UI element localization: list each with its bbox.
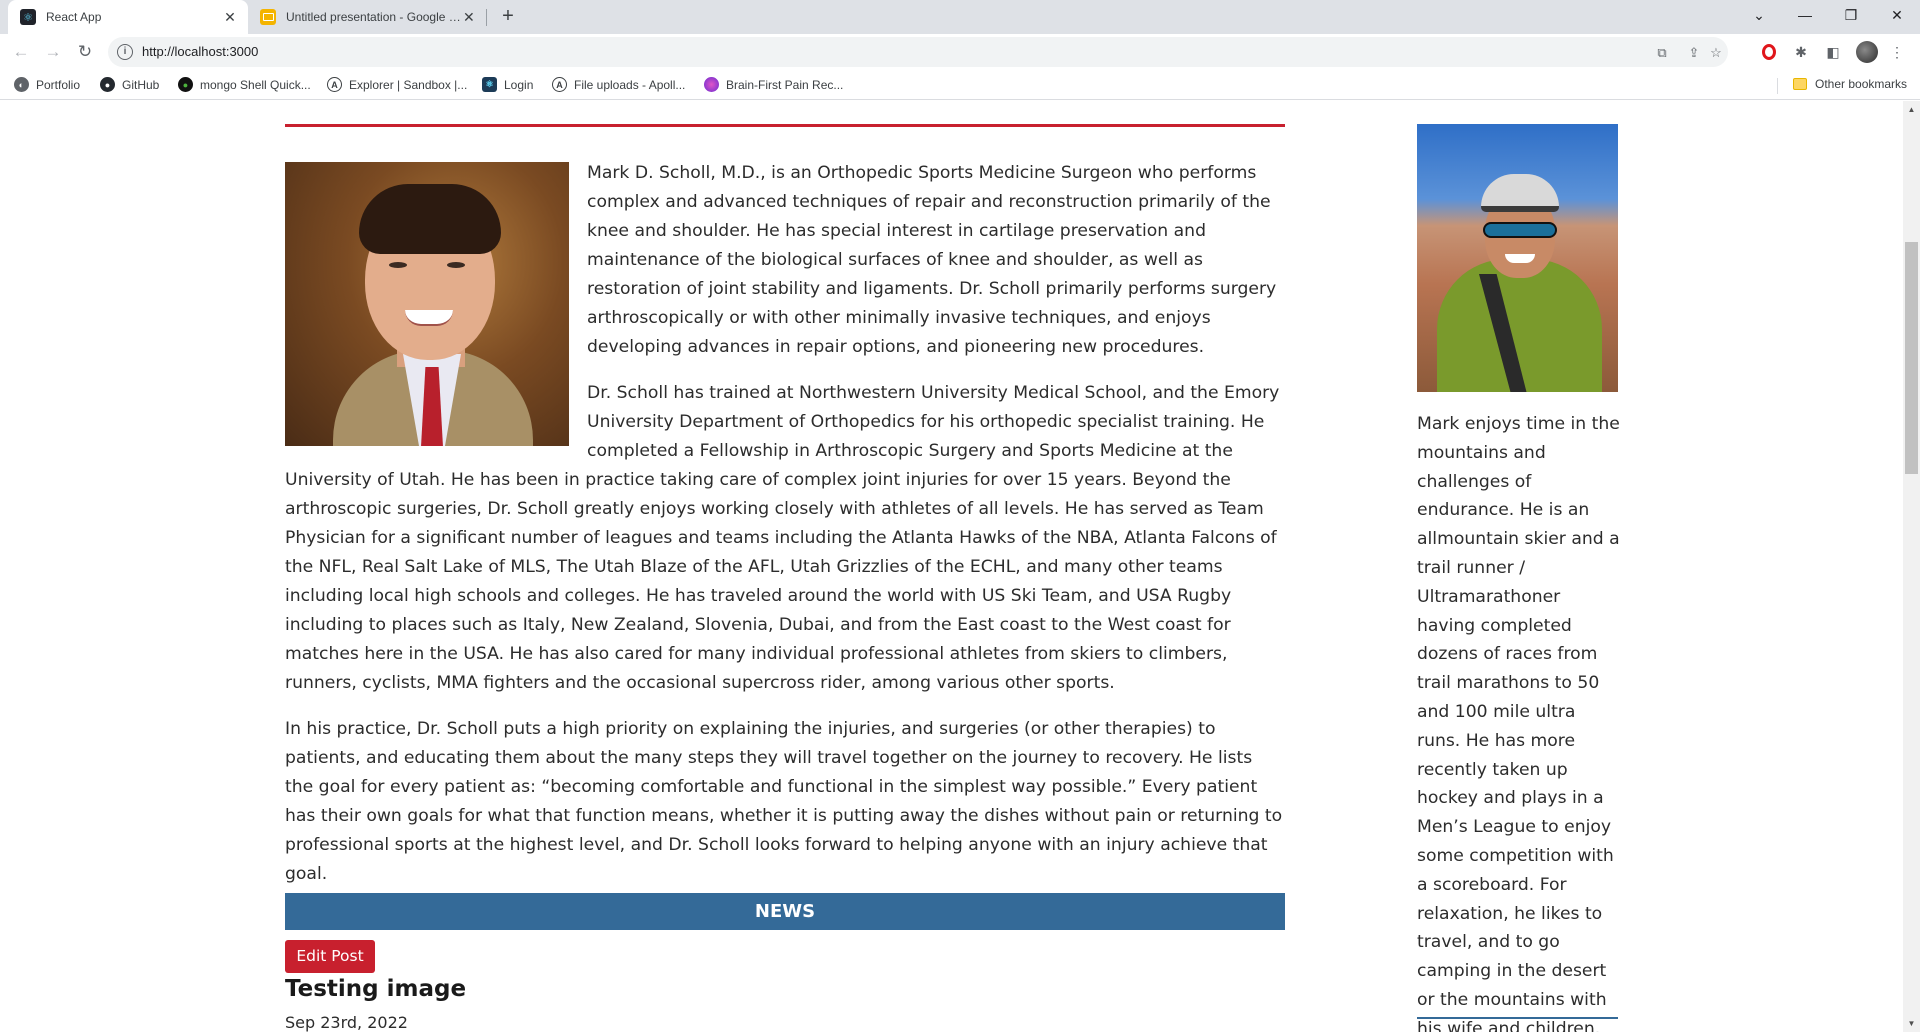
tab-title: React App <box>46 10 102 24</box>
section-divider <box>285 124 1285 127</box>
page-scrollbar[interactable]: ▲ ▼ <box>1903 101 1920 1032</box>
restore-window-button[interactable]: ❐ <box>1828 0 1874 30</box>
share-icon[interactable]: ⇪ <box>1686 45 1702 61</box>
tab-divider <box>486 9 487 26</box>
apollo-icon: A <box>327 77 342 92</box>
brain-icon <box>704 77 719 92</box>
folder-icon <box>1793 78 1807 90</box>
new-tab-button[interactable]: + <box>496 5 520 29</box>
bookmark-label: Login <box>504 77 534 92</box>
scrollbar-thumb[interactable] <box>1905 242 1918 474</box>
login-favicon-icon: ⚛ <box>482 77 497 92</box>
react-icon: ⚛ <box>20 9 36 25</box>
bookmark-label: Explorer | Sandbox |... <box>349 77 468 92</box>
bio-paragraph: In his practice, Dr. Scholl puts a high … <box>285 719 1283 884</box>
more-menu-icon[interactable]: ⋮ <box>1888 43 1906 61</box>
post-title: Testing image <box>285 976 467 1002</box>
edit-post-button[interactable]: Edit Post <box>285 940 375 973</box>
reload-icon[interactable]: ↻ <box>73 40 97 64</box>
bookmark-explorer-sandbox[interactable]: A Explorer | Sandbox |... <box>327 77 467 92</box>
forward-arrow-icon[interactable]: → <box>41 40 65 64</box>
bookmark-portfolio[interactable]: ◐ Portfolio <box>14 77 80 92</box>
browser-toolbar: ← → ↻ i http://localhost:3000 ⧉ ⇪ ☆ ✱ ◧ … <box>0 34 1920 70</box>
scroll-up-arrow-icon[interactable]: ▲ <box>1903 101 1920 118</box>
bookmark-label: File uploads - Apoll... <box>574 77 686 92</box>
doctor-portrait-photo <box>285 162 569 446</box>
open-in-new-icon[interactable]: ⧉ <box>1654 45 1670 61</box>
google-slides-icon <box>260 9 276 25</box>
mongodb-leaf-icon: ● <box>178 77 193 92</box>
bio-section: Mark D. Scholl, M.D., is an Orthopedic S… <box>285 159 1285 906</box>
side-panel-icon[interactable]: ◧ <box>1824 43 1842 61</box>
tab-title: Untitled presentation - Google Slides <box>286 10 462 24</box>
sidebar-bio-text: Mark enjoys time in the mountains and ch… <box>1417 414 1620 1032</box>
bookmark-brain-first[interactable]: Brain-First Pain Rec... <box>704 77 843 92</box>
site-info-icon[interactable]: i <box>117 44 133 60</box>
sidebar-divider <box>1417 1017 1618 1019</box>
profile-avatar[interactable] <box>1856 41 1878 63</box>
page-viewport: Mark D. Scholl, M.D., is an Orthopedic S… <box>0 101 1920 1032</box>
url-text[interactable]: http://localhost:3000 <box>142 44 258 59</box>
post-date: Sep 23rd, 2022 <box>285 1013 408 1032</box>
opera-extension-icon[interactable] <box>1762 44 1776 60</box>
bookmark-mongo-shell[interactable]: ● mongo Shell Quick... <box>178 77 311 92</box>
close-window-button[interactable]: ✕ <box>1874 0 1920 30</box>
bookmark-label: mongo Shell Quick... <box>200 77 311 92</box>
tab-search-chevron-icon[interactable]: ⌄ <box>1736 0 1782 30</box>
tab-react-app[interactable]: ⚛ React App ✕ <box>8 0 248 34</box>
bookmark-label: Brain-First Pain Rec... <box>726 77 844 92</box>
tab-google-slides[interactable]: Untitled presentation - Google Slides ✕ <box>252 0 486 34</box>
bookmarks-divider <box>1777 78 1778 94</box>
bookmark-star-icon[interactable]: ☆ <box>1708 45 1724 61</box>
bookmark-file-uploads[interactable]: A File uploads - Apoll... <box>552 77 685 92</box>
close-tab-icon[interactable]: ✕ <box>462 9 476 26</box>
bookmark-github[interactable]: ● GitHub <box>100 77 159 92</box>
bookmark-label: GitHub <box>122 77 160 92</box>
other-bookmarks[interactable]: Other bookmarks <box>1793 77 1907 91</box>
scroll-down-arrow-icon[interactable]: ▼ <box>1903 1015 1920 1032</box>
close-tab-icon[interactable]: ✕ <box>222 9 238 26</box>
portfolio-icon: ◐ <box>14 77 29 92</box>
bookmarks-bar: ◐ Portfolio ● GitHub ● mongo Shell Quick… <box>0 70 1920 100</box>
other-bookmarks-label: Other bookmarks <box>1815 77 1908 91</box>
apollo-icon: A <box>552 77 567 92</box>
outdoor-selfie-photo <box>1417 124 1618 392</box>
address-bar[interactable]: i http://localhost:3000 ⧉ ⇪ ☆ <box>108 37 1728 67</box>
extensions-puzzle-icon[interactable]: ✱ <box>1792 43 1810 61</box>
tab-strip: ⚛ React App ✕ Untitled presentation - Go… <box>0 0 1920 34</box>
news-heading: NEWS <box>285 893 1285 930</box>
back-arrow-icon[interactable]: ← <box>9 40 33 64</box>
github-icon: ● <box>100 77 115 92</box>
minimize-window-button[interactable]: — <box>1782 0 1828 30</box>
bookmark-login[interactable]: ⚛ Login <box>482 77 533 92</box>
bookmark-label: Portfolio <box>36 77 81 92</box>
